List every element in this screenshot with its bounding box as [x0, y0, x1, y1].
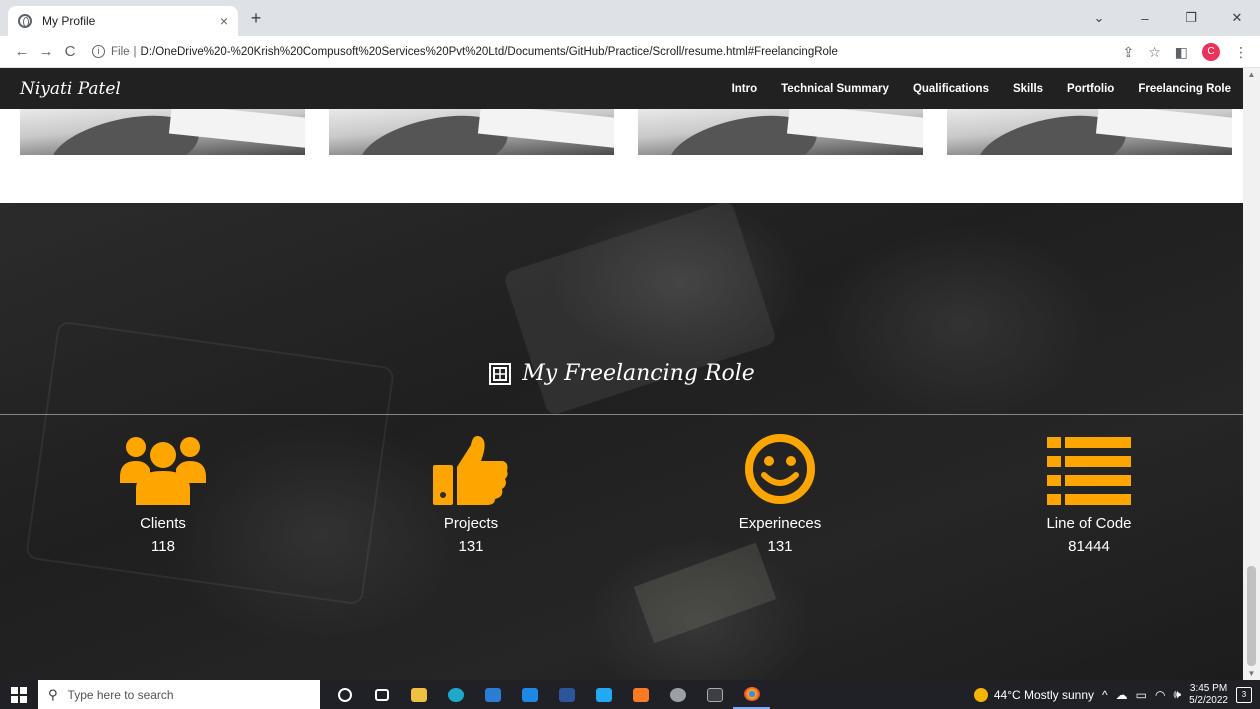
stat-experiences: Experineces 131	[680, 433, 880, 555]
reload-icon[interactable]: C	[58, 43, 82, 60]
store-icon[interactable]	[474, 680, 511, 709]
notification-center-icon[interactable]: 3	[1236, 686, 1252, 703]
clock-time: 3:45 PM	[1189, 682, 1228, 694]
search-placeholder: Type here to search	[67, 687, 174, 702]
terminal-icon[interactable]	[696, 680, 733, 709]
toolbar-actions: ⇪ ☆ ◧ C ⋮	[1122, 36, 1248, 68]
menu-freelancing-role[interactable]: Freelancing Role	[1138, 83, 1231, 95]
windows-logo-icon	[11, 686, 27, 703]
xampp-icon[interactable]	[622, 680, 659, 709]
share-icon[interactable]: ⇪	[1122, 44, 1134, 61]
scrollbar-thumb[interactable]	[1247, 566, 1256, 666]
users-icon	[120, 437, 206, 505]
section-title-text: My Freelancing Role	[522, 361, 755, 386]
restore-button[interactable]: ❐	[1168, 10, 1214, 26]
menu-portfolio[interactable]: Portfolio	[1067, 83, 1114, 95]
close-window-button[interactable]: ✕	[1214, 10, 1260, 26]
vscode-icon[interactable]	[585, 680, 622, 709]
url-scheme: File	[111, 45, 130, 58]
stat-clients: Clients 118	[63, 433, 263, 555]
back-arrow-icon[interactable]: ←	[10, 43, 34, 60]
mail-icon[interactable]	[511, 680, 548, 709]
star-icon[interactable]: ☆	[1148, 44, 1161, 61]
menu-intro[interactable]: Intro	[732, 83, 758, 95]
network-icon[interactable]: ▭	[1136, 688, 1147, 702]
url-separator: |	[133, 45, 137, 58]
volume-icon[interactable]: 🕪	[1174, 687, 1182, 702]
edge-browser-icon[interactable]	[437, 680, 474, 709]
portfolio-thumbnails	[20, 109, 1232, 155]
word-icon[interactable]	[548, 680, 585, 709]
menu-qualifications[interactable]: Qualifications	[913, 83, 989, 95]
taskbar-clock[interactable]: 3:45 PM 5/2/2022	[1189, 683, 1228, 707]
stat-value: 131	[767, 538, 793, 555]
weather-widget[interactable]: 44°C Mostly sunny	[973, 687, 1095, 702]
site-menu: Intro Technical Summary Qualifications S…	[732, 83, 1231, 95]
tab-title: My Profile	[42, 14, 96, 28]
onedrive-icon[interactable]: ☁	[1116, 688, 1128, 702]
task-view-icon[interactable]	[363, 680, 400, 709]
section-divider	[0, 414, 1243, 415]
profile-avatar[interactable]: C	[1202, 43, 1220, 61]
url-text: D:/OneDrive%20-%20Krish%20Compusoft%20Se…	[140, 45, 838, 58]
section-title: My Freelancing Role	[0, 361, 1243, 386]
weather-text: 44°C Mostly sunny	[993, 687, 1095, 702]
smile-icon	[745, 434, 815, 504]
stat-label: Clients	[140, 515, 186, 532]
portfolio-image[interactable]	[20, 109, 305, 155]
stat-value: 81444	[1068, 538, 1110, 555]
windows-taskbar: ⚲ Type here to search 44°C Mostly sunny …	[0, 680, 1260, 709]
stat-label: Projects	[443, 515, 499, 532]
windows-start-button[interactable]	[0, 686, 38, 703]
page-scrollbar[interactable]: ▲ ▼	[1243, 68, 1260, 680]
window-controls: ⌄ – ❐ ✕	[1076, 0, 1260, 36]
globe-icon	[18, 14, 32, 28]
browser-tab-strip: My Profile × + ⌄ – ❐ ✕	[0, 0, 1260, 36]
portfolio-image[interactable]	[329, 109, 614, 155]
thumbs-up-icon	[433, 436, 508, 505]
stat-lines-of-code: Line of Code 81444	[989, 433, 1189, 555]
site-navbar: Niyati Patel Intro Technical Summary Qua…	[0, 68, 1243, 109]
sun-icon	[973, 687, 988, 702]
minimize-button[interactable]: –	[1122, 11, 1168, 26]
menu-technical-summary[interactable]: Technical Summary	[781, 83, 889, 95]
menu-skills[interactable]: Skills	[1013, 83, 1043, 95]
forward-arrow-icon[interactable]: →	[34, 43, 58, 60]
browser-tab[interactable]: My Profile ×	[8, 6, 238, 36]
info-icon[interactable]: i	[92, 45, 105, 58]
clock-date: 5/2/2022	[1189, 694, 1228, 706]
tab-close-button[interactable]: ×	[220, 13, 228, 29]
tab-search-button[interactable]: ⌄	[1076, 10, 1122, 26]
list-icon	[1047, 437, 1131, 505]
frame-icon	[489, 362, 512, 385]
taskbar-search-box[interactable]: ⚲ Type here to search	[38, 680, 320, 709]
stat-value: 118	[151, 538, 175, 555]
kebab-menu-icon[interactable]: ⋮	[1234, 44, 1248, 61]
paint-icon[interactable]	[659, 680, 696, 709]
url-field[interactable]: i File | D:/OneDrive%20-%20Krish%20Compu…	[92, 45, 838, 58]
cortana-icon[interactable]	[326, 680, 363, 709]
portfolio-image[interactable]	[947, 109, 1232, 155]
new-tab-button[interactable]: +	[244, 8, 268, 29]
taskbar-apps	[326, 680, 770, 709]
site-brand[interactable]: Niyati Patel	[20, 79, 121, 99]
stat-value: 131	[458, 538, 484, 555]
address-bar: ← → C i File | D:/OneDrive%20-%20Krish%2…	[0, 36, 1260, 68]
system-tray: 44°C Mostly sunny ^ ☁ ▭ ◠ 🕪 3:45 PM 5/2/…	[973, 683, 1260, 707]
freelancing-section: My Freelancing Role Clients 118 Projects…	[0, 203, 1243, 680]
scroll-down-icon[interactable]: ▼	[1243, 669, 1260, 678]
search-icon: ⚲	[48, 686, 58, 702]
chrome-icon[interactable]	[733, 680, 770, 709]
wifi-icon[interactable]: ◠	[1155, 688, 1165, 702]
file-explorer-icon[interactable]	[400, 680, 437, 709]
stat-label: Line of Code	[1046, 515, 1132, 532]
side-panel-icon[interactable]: ◧	[1175, 44, 1188, 61]
page-viewport: Niyati Patel Intro Technical Summary Qua…	[0, 68, 1243, 680]
portfolio-image[interactable]	[638, 109, 923, 155]
stat-label: Experineces	[738, 515, 822, 532]
stat-projects: Projects 131	[371, 433, 571, 555]
tray-chevron-icon[interactable]: ^	[1102, 688, 1108, 702]
scroll-up-icon[interactable]: ▲	[1243, 70, 1260, 79]
